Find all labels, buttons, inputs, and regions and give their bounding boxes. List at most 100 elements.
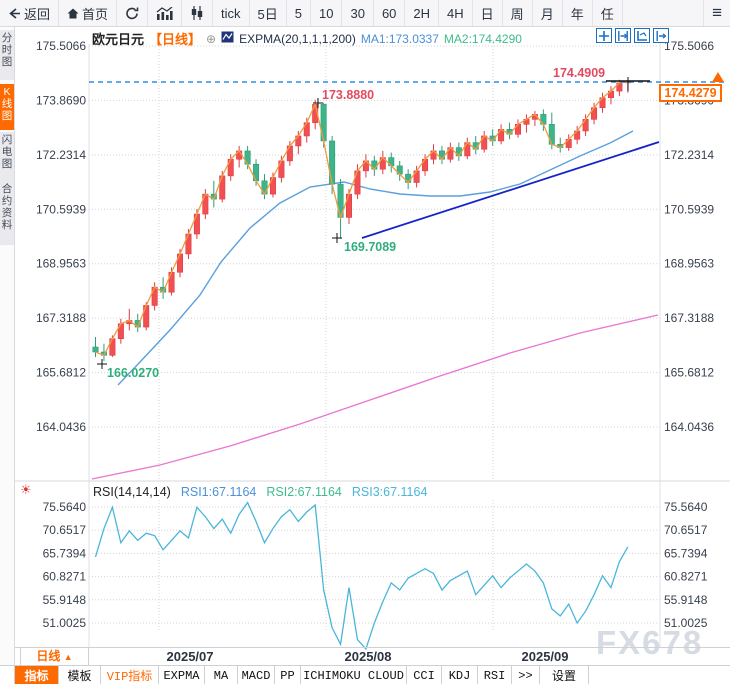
- back-arrow-icon: [8, 8, 21, 19]
- app-window: 返回 首页 tick 5日 5 10 30 60 2H 4H 日 周 月 年 任…: [0, 0, 730, 684]
- indicator-ichimoku-button[interactable]: ICHIMOKU CLOUD: [301, 666, 407, 684]
- ma1-value: MA1:173.0337: [361, 32, 439, 46]
- interval-tick-button[interactable]: tick: [213, 0, 250, 26]
- line-chart-icon: [156, 7, 173, 20]
- svg-text:173.8690: 173.8690: [36, 93, 86, 107]
- period-tag: 【日线】: [149, 29, 201, 48]
- ma2-value: MA2:174.4290: [444, 32, 522, 46]
- sidebar-item-lightning-chart[interactable]: 闪电图: [0, 132, 14, 182]
- indicator-macd-button[interactable]: MACD: [238, 666, 275, 684]
- interval-30m-button[interactable]: 30: [342, 0, 373, 26]
- svg-text:172.2314: 172.2314: [36, 148, 86, 162]
- rsi2-value: RSI2:67.1164: [266, 485, 342, 499]
- chart-tools: [596, 28, 669, 43]
- fit-vertical-icon[interactable]: [634, 28, 650, 43]
- svg-text:167.3188: 167.3188: [36, 311, 86, 325]
- back-button[interactable]: 返回: [0, 0, 59, 26]
- refresh-button[interactable]: [117, 0, 148, 26]
- interval-60m-button[interactable]: 60: [374, 0, 405, 26]
- tab-templates[interactable]: 模板: [59, 666, 101, 684]
- back-label: 返回: [24, 4, 50, 23]
- vip-indicators-button[interactable]: VIP指标: [101, 666, 159, 684]
- chart-canvas[interactable]: 175.5066175.5066173.8690173.8690172.2314…: [0, 0, 730, 684]
- period-selector[interactable]: 日线 ▲: [20, 648, 89, 665]
- expma-line: [96, 82, 628, 355]
- custom-label: 任: [601, 4, 614, 23]
- rsi-name: RSI(14,14,14): [93, 485, 171, 499]
- chart-type-sidebar: 分时图 K线图 闪电图 合约资料: [0, 26, 15, 666]
- price-arrow-icon: [712, 72, 724, 82]
- crosshair-icon[interactable]: [596, 28, 612, 43]
- interval-custom-button[interactable]: 任: [593, 0, 623, 26]
- chart-header: 欧元日元 【日线】 ⊕ EXPMA(20,1,1,1,200) MA1:173.…: [92, 29, 522, 48]
- menu-button[interactable]: ≡: [703, 0, 730, 26]
- sidebar-item-kline-chart[interactable]: K线图: [0, 84, 14, 130]
- home-icon: [67, 8, 79, 19]
- candlestick-button[interactable]: [182, 0, 213, 26]
- m5-label: 5: [295, 6, 302, 21]
- rsi-series: [96, 503, 628, 649]
- month-label: 月: [541, 4, 554, 23]
- svg-text:75.5640: 75.5640: [664, 500, 708, 514]
- interval-5m-button[interactable]: 5: [287, 0, 311, 26]
- top-toolbar: 返回 首页 tick 5日 5 10 30 60 2H 4H 日 周 月 年 任…: [0, 0, 730, 27]
- svg-text:175.5066: 175.5066: [664, 39, 714, 53]
- settings-button[interactable]: 设置: [540, 666, 589, 684]
- xaxis-row: 日线 ▲: [14, 647, 730, 666]
- symbol-name: 欧元日元: [92, 29, 144, 48]
- fit-horizontal-icon[interactable]: [615, 28, 631, 43]
- week-label: 周: [511, 4, 524, 23]
- svg-text:164.0436: 164.0436: [664, 420, 714, 434]
- candlestick-icon: [190, 6, 204, 20]
- svg-text:169.7089: 169.7089: [344, 240, 396, 254]
- svg-text:55.9148: 55.9148: [43, 593, 87, 607]
- plus-circle-icon[interactable]: ⊕: [206, 32, 216, 46]
- indicator-cci-button[interactable]: CCI: [407, 666, 442, 684]
- svg-text:165.6812: 165.6812: [36, 366, 86, 380]
- line-chart-button[interactable]: [148, 0, 182, 26]
- indicator-ma-button[interactable]: MA: [205, 666, 238, 684]
- svg-text:55.9148: 55.9148: [664, 593, 708, 607]
- indicator-pp-button[interactable]: PP: [275, 666, 301, 684]
- indicator-rsi-button[interactable]: RSI: [478, 666, 512, 684]
- svg-text:65.7394: 65.7394: [664, 546, 708, 560]
- m10-label: 10: [319, 6, 333, 21]
- indicator-toolbar: 指标 模板 VIP指标 EXPMA MA MACD PP ICHIMOKU CL…: [0, 665, 730, 684]
- svg-text:174.4909: 174.4909: [553, 66, 605, 80]
- indicator-expma-button[interactable]: EXPMA: [159, 666, 205, 684]
- tab-indicators[interactable]: 指标: [15, 666, 59, 684]
- interval-day-button[interactable]: 日: [473, 0, 503, 26]
- day-label: 日: [481, 4, 494, 23]
- interval-year-button[interactable]: 年: [563, 0, 593, 26]
- year-label: 年: [571, 4, 584, 23]
- svg-text:167.3188: 167.3188: [664, 311, 714, 325]
- sidebar-item-contract-info[interactable]: 合约资料: [0, 181, 14, 245]
- interval-4h-button[interactable]: 4H: [439, 0, 473, 26]
- interval-week-button[interactable]: 周: [503, 0, 533, 26]
- indicator-chip-icon[interactable]: [221, 31, 234, 46]
- interval-10m-button[interactable]: 10: [311, 0, 342, 26]
- home-label: 首页: [82, 4, 108, 23]
- svg-text:75.5640: 75.5640: [43, 500, 87, 514]
- m60-label: 60: [382, 6, 396, 21]
- pan-right-icon[interactable]: [653, 28, 669, 43]
- svg-text:70.6517: 70.6517: [664, 523, 708, 537]
- m30-label: 30: [350, 6, 364, 21]
- svg-text:51.0025: 51.0025: [664, 616, 708, 630]
- more-indicators-button[interactable]: >>: [512, 666, 540, 684]
- interval-2h-button[interactable]: 2H: [405, 0, 439, 26]
- h2-label: 2H: [413, 6, 430, 21]
- refresh-icon: [125, 7, 139, 20]
- candlestick-series: [93, 80, 631, 361]
- swing-markers: [97, 77, 650, 369]
- interval-month-button[interactable]: 月: [533, 0, 563, 26]
- rsi3-value: RSI3:67.1164: [352, 485, 428, 499]
- indicator-kdj-button[interactable]: KDJ: [442, 666, 478, 684]
- bbar-filler: [589, 666, 730, 684]
- period-up-arrow-icon: ▲: [64, 652, 73, 662]
- sidebar-item-time-chart[interactable]: 分时图: [0, 30, 14, 80]
- home-button[interactable]: 首页: [59, 0, 117, 26]
- interval-5day-button[interactable]: 5日: [250, 0, 287, 26]
- sun-icon[interactable]: ☀: [20, 482, 32, 498]
- svg-text:165.6812: 165.6812: [664, 366, 714, 380]
